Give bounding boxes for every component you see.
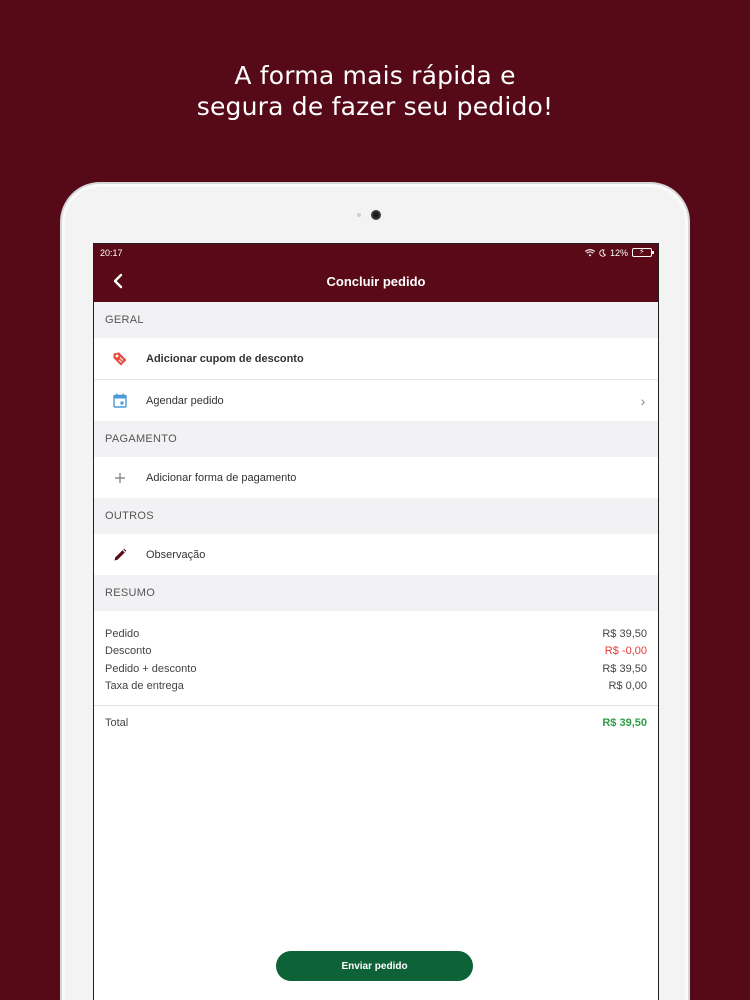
battery-percent: 12% xyxy=(609,247,628,258)
section-resumo: RESUMO xyxy=(94,575,658,611)
add-payment-row[interactable]: Adicionar forma de pagamento xyxy=(94,457,658,498)
pedido-value: R$ 39,50 xyxy=(602,627,647,640)
pencil-icon xyxy=(94,548,146,562)
schedule-order-row[interactable]: Agendar pedido › xyxy=(94,380,658,421)
chevron-right-icon: › xyxy=(640,392,646,409)
add-payment-label: Adicionar forma de pagamento xyxy=(146,471,297,484)
app-screen: 20:17 12% ⚡ Concluir pedido GERAL Adicio… xyxy=(93,243,659,1000)
marketing-headline: A forma mais rápida e segura de fazer se… xyxy=(0,60,750,122)
taxa-value: R$ 0,00 xyxy=(608,680,647,693)
pedido-desconto-value: R$ 39,50 xyxy=(602,662,647,675)
section-geral: GERAL xyxy=(94,302,658,338)
pedido-desconto-label: Pedido + desconto xyxy=(105,662,197,675)
total-label: Total xyxy=(105,717,129,729)
chevron-left-icon xyxy=(113,273,123,289)
tablet-frame: 20:17 12% ⚡ Concluir pedido GERAL Adicio… xyxy=(60,182,690,1000)
headline-line-1: A forma mais rápida e xyxy=(234,61,516,90)
calendar-icon xyxy=(94,393,146,408)
section-outros: OUTROS xyxy=(94,498,658,534)
desconto-label: Desconto xyxy=(105,645,152,658)
section-pagamento: PAGAMENTO xyxy=(94,421,658,457)
order-summary: Pedido R$ 39,50 Desconto R$ -0,00 Pedido… xyxy=(94,611,658,740)
total-value: R$ 39,50 xyxy=(602,717,647,729)
status-time: 20:17 xyxy=(100,247,123,258)
desconto-value: R$ -0,00 xyxy=(604,645,647,658)
front-camera xyxy=(371,210,381,220)
summary-line-taxa: Taxa de entrega R$ 0,00 xyxy=(105,678,647,696)
add-coupon-row[interactable]: Adicionar cupom de desconto xyxy=(94,338,658,379)
schedule-order-label: Agendar pedido xyxy=(146,394,224,407)
tag-icon xyxy=(94,351,146,367)
nav-bar: Concluir pedido xyxy=(94,261,658,302)
battery-icon: ⚡ xyxy=(632,247,654,257)
send-order-button[interactable]: Enviar pedido xyxy=(276,951,473,981)
summary-line-desconto: Desconto R$ -0,00 xyxy=(105,643,647,661)
observation-label: Observação xyxy=(146,548,206,561)
sensor-dot xyxy=(357,213,361,217)
status-right: 12% ⚡ xyxy=(584,247,654,258)
page-title: Concluir pedido xyxy=(326,274,426,289)
back-button[interactable] xyxy=(108,271,128,291)
headline-line-2: segura de fazer seu pedido! xyxy=(196,92,554,121)
summary-line-pedido: Pedido R$ 39,50 xyxy=(105,625,647,643)
plus-icon xyxy=(94,472,146,484)
pedido-label: Pedido xyxy=(105,627,140,640)
summary-line-pedido-desconto: Pedido + desconto R$ 39,50 xyxy=(105,660,647,678)
add-coupon-label: Adicionar cupom de desconto xyxy=(146,352,304,365)
status-bar: 20:17 12% ⚡ xyxy=(94,244,658,261)
observation-row[interactable]: Observação xyxy=(94,534,658,575)
moon-icon xyxy=(599,248,606,257)
taxa-label: Taxa de entrega xyxy=(105,680,184,693)
summary-line-total: Total R$ 39,50 xyxy=(105,706,647,740)
wifi-icon xyxy=(584,248,595,256)
